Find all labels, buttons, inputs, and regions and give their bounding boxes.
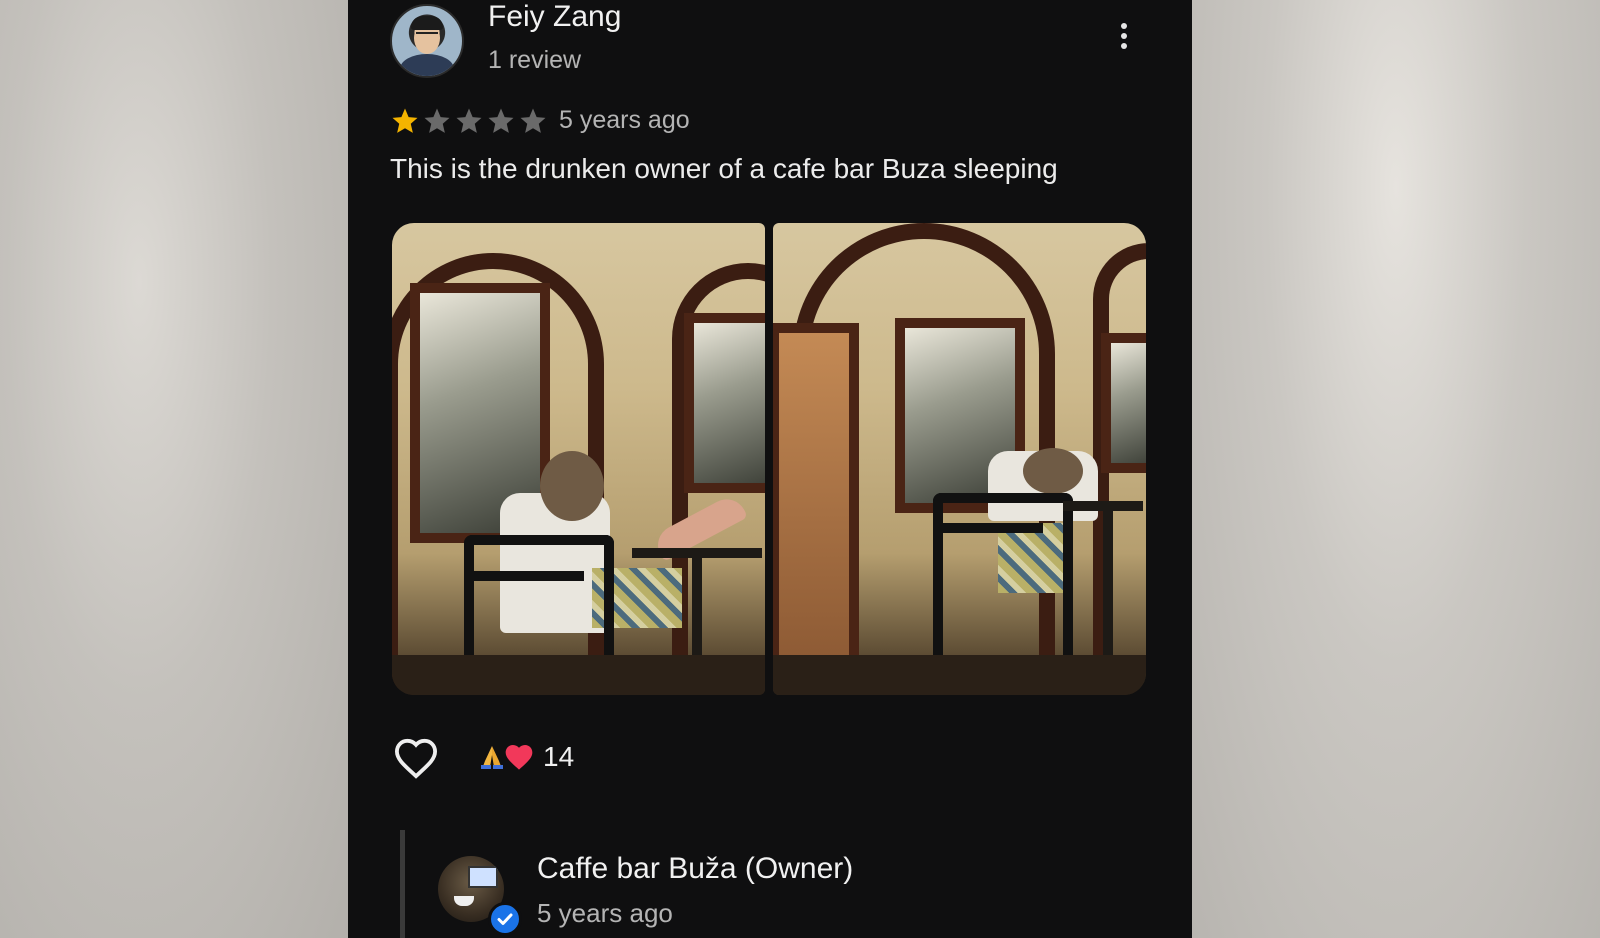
owner-reply-name[interactable]: Caffe bar Buža (Owner) [537,852,853,886]
reviewer-avatar[interactable] [390,4,464,78]
reaction-count: 14 [543,741,575,772]
reactions[interactable]: 14 [479,741,574,773]
reviewer-name[interactable]: Feiy Zang [488,0,621,34]
avatar-monitor [468,866,498,888]
more-options-icon[interactable] [1116,20,1132,56]
heart-icon [503,742,535,772]
review-photo[interactable] [392,223,765,695]
review-text: This is the drunken owner of a cafe bar … [390,153,1058,184]
star-icon [390,106,420,136]
heart-like-icon[interactable] [393,737,439,779]
star-rating [390,106,548,136]
star-icon [518,106,548,136]
review-panel: Feiy Zang 1 review 5 years ago This is t… [348,0,1192,938]
star-icon [422,106,452,136]
avatar-cup [454,896,474,906]
background-right [1192,0,1600,938]
avatar-hair [411,16,443,30]
star-icon [454,106,484,136]
avatar-glasses [416,32,438,40]
avatar-shirt [400,54,454,76]
reply-thread-line [400,830,405,938]
star-icon [486,106,516,136]
background-left [0,0,348,938]
reviewer-review-count: 1 review [488,46,582,74]
pray-icon [479,743,505,771]
review-photo[interactable] [773,223,1146,695]
review-timestamp: 5 years ago [559,106,690,134]
verified-badge-icon [488,902,522,936]
owner-reply-timestamp: 5 years ago [537,898,673,928]
